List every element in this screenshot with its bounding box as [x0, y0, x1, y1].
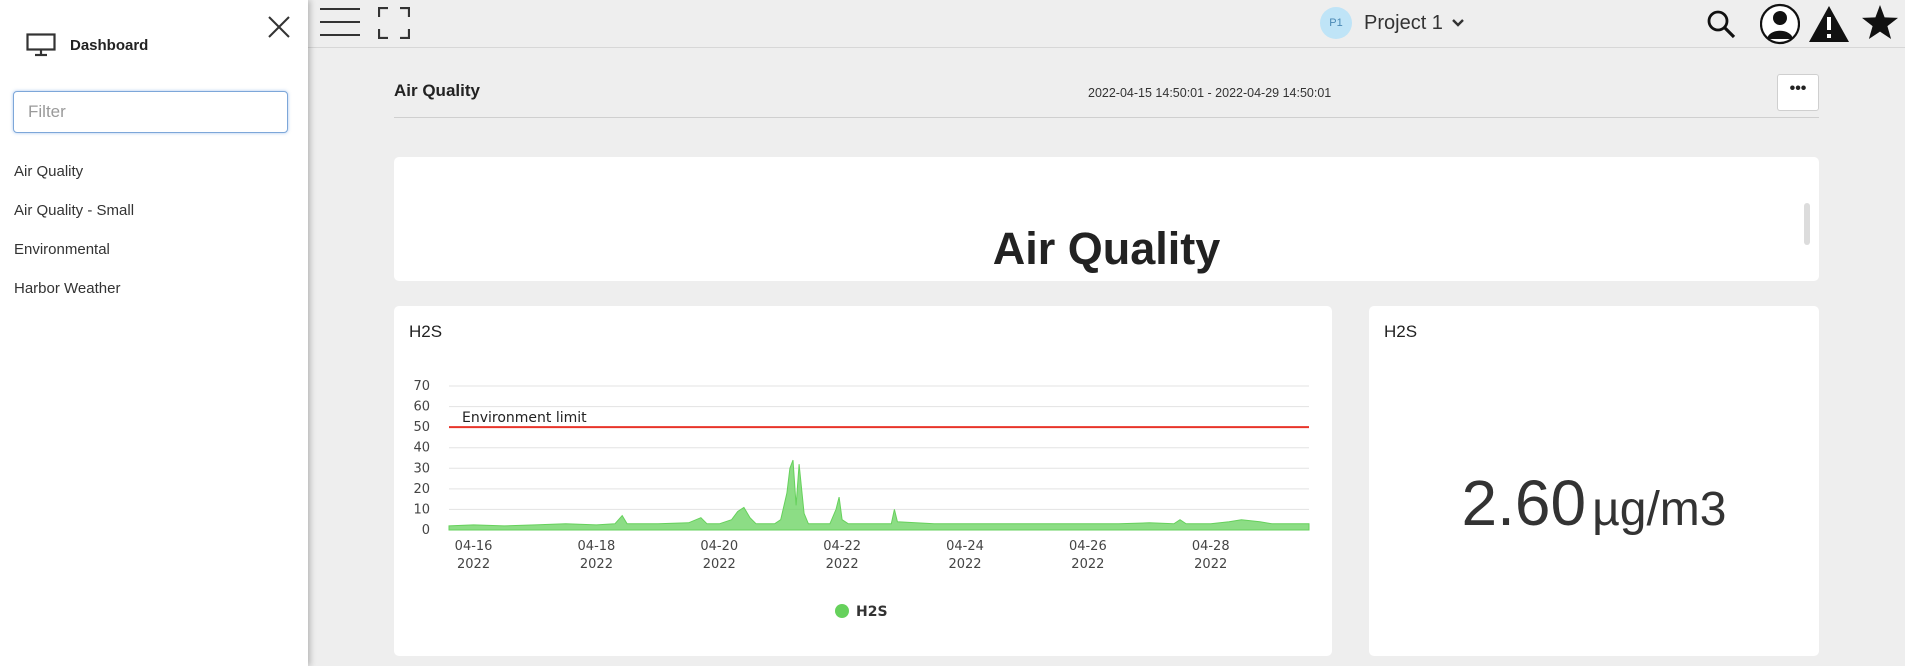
- x-tick-year-label: 2022: [1071, 557, 1104, 572]
- y-tick-label: 50: [413, 420, 430, 435]
- project-name: Project 1: [1364, 11, 1443, 34]
- title-panel: Air Quality: [394, 157, 1819, 281]
- project-badge: P1: [1320, 7, 1352, 39]
- y-tick-label: 20: [413, 482, 430, 497]
- title-panel-heading: Air Quality: [992, 223, 1221, 274]
- x-tick-label: 04-26: [1069, 539, 1107, 554]
- dashboard-title: Air Quality: [394, 81, 480, 100]
- h2s-chart: 0 10 20 30 40 50 60 70 Environment limit 04-16 202…: [413, 379, 1310, 620]
- more-options-button[interactable]: •••: [1777, 74, 1819, 111]
- sidebar-header: Dashboard: [26, 33, 148, 57]
- y-tick-label: 30: [413, 461, 430, 476]
- x-tick-label: 04-22: [823, 539, 861, 554]
- x-tick-year-label: 2022: [580, 557, 613, 572]
- dashboard-item-environmental[interactable]: Environmental: [14, 238, 134, 277]
- hamburger-menu-icon[interactable]: [320, 7, 360, 37]
- x-tick-label: 04-24: [946, 539, 984, 554]
- x-tick-year-label: 2022: [948, 557, 981, 572]
- y-tick-label: 10: [413, 502, 430, 517]
- chevron-down-icon: [1452, 19, 1464, 27]
- star-icon[interactable]: [1861, 4, 1899, 42]
- x-tick-year-label: 2022: [703, 557, 736, 572]
- stat-panel-title: H2S: [1384, 322, 1418, 341]
- top-bar: P1 Project 1: [308, 0, 1905, 48]
- stat-number: 2.60: [1461, 467, 1587, 539]
- filter-input[interactable]: [13, 91, 288, 133]
- x-tick-year-label: 2022: [1194, 557, 1227, 572]
- dashboard-list: Air Quality Air Quality - Small Environm…: [14, 160, 134, 316]
- dashboard-item-harbor-weather[interactable]: Harbor Weather: [14, 277, 134, 316]
- legend-label: H2S: [856, 604, 888, 620]
- y-tick-label: 60: [413, 400, 430, 415]
- scrollbar-thumb[interactable]: [1804, 203, 1810, 245]
- x-tick-label: 04-18: [578, 539, 616, 554]
- y-tick-label: 40: [413, 441, 430, 456]
- user-avatar-icon[interactable]: [1760, 3, 1800, 45]
- x-tick-year-label: 2022: [457, 557, 490, 572]
- fullscreen-icon[interactable]: [378, 7, 410, 39]
- h2s-stat-panel: H2S 2.60 µg/m3: [1369, 306, 1819, 656]
- x-tick-label: 04-16: [455, 539, 493, 554]
- project-selector[interactable]: P1 Project 1: [1320, 7, 1465, 39]
- h2s-series-area: [448, 459, 1310, 531]
- monitor-icon: [26, 33, 56, 57]
- threshold-label: Environment limit: [462, 410, 587, 426]
- close-icon[interactable]: [266, 14, 292, 40]
- sidebar-title: Dashboard: [70, 36, 149, 54]
- search-icon[interactable]: [1706, 9, 1736, 39]
- x-tick-year-label: 2022: [826, 557, 859, 572]
- x-tick-label: 04-28: [1192, 539, 1230, 554]
- y-tick-label: 70: [413, 379, 430, 394]
- warning-icon[interactable]: [1808, 5, 1850, 43]
- y-tick-label: 0: [422, 523, 430, 538]
- h2s-chart-panel: H2S 0 10 20 30 40 50 60 70 Environment limit 04-1…: [394, 306, 1332, 656]
- stat-unit: µg/m3: [1592, 483, 1727, 536]
- stat-value: 2.60 µg/m3: [1369, 466, 1819, 540]
- x-tick-label: 04-20: [700, 539, 738, 554]
- dashboard-item-air-quality[interactable]: Air Quality: [14, 160, 134, 199]
- sidebar: Dashboard Air Quality Air Quality - Smal…: [0, 0, 308, 666]
- header-divider: [394, 117, 1819, 118]
- legend-marker: [835, 604, 849, 618]
- time-range[interactable]: 2022-04-15 14:50:01 - 2022-04-29 14:50:0…: [1088, 86, 1331, 100]
- dashboard-item-air-quality-small[interactable]: Air Quality - Small: [14, 199, 134, 238]
